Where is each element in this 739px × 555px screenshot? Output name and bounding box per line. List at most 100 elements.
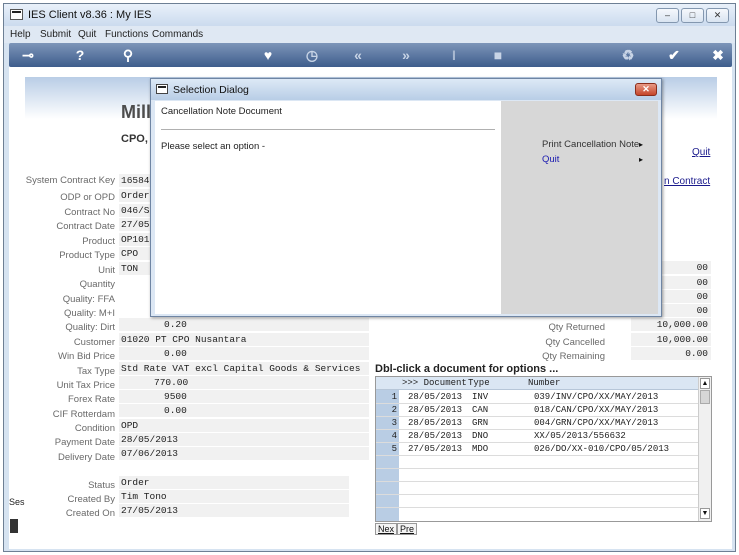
field-value[interactable]: Tim Tono (119, 490, 349, 503)
maximize-button[interactable]: □ (681, 8, 704, 23)
dialog-options-panel: Print Cancellation Note ▸ Quit ▸ (501, 101, 658, 314)
app-window: IES Client v8.36 : My IES – □ ✕ Help Sub… (3, 3, 736, 552)
recycle-icon[interactable]: ♻ (619, 46, 637, 64)
field-label: Unit (98, 265, 115, 276)
search-icon[interactable]: ⚲ (119, 46, 137, 64)
selection-dialog: Selection Dialog ✕ Cancellation Note Doc… (150, 78, 662, 317)
help-icon[interactable]: ? (71, 46, 89, 64)
row-date: 28/05/2013 (408, 418, 463, 428)
documents-grid[interactable]: >>> Document Type Number 1 28/05/2013 IN… (375, 376, 712, 522)
close-window-button[interactable]: ✕ (706, 8, 729, 23)
next-button[interactable]: Nex (375, 523, 398, 535)
dialog-message-panel: Cancellation Note Document Please select… (155, 101, 501, 314)
option-quit[interactable]: Quit (542, 154, 559, 165)
row-number-value: 018/CAN/CPO/XX/MAY/2013 (534, 405, 659, 415)
field-value[interactable]: OPD (119, 419, 369, 432)
field-label: Product Type (59, 250, 115, 261)
menu-help[interactable]: Help (10, 29, 31, 40)
field-label: Quality: Dirt (65, 322, 115, 333)
field-value[interactable]: 0.00 (119, 347, 369, 360)
field-value[interactable]: 01020 PT CPO Nusantara (119, 333, 369, 346)
table-row[interactable]: 1 28/05/2013 INV 039/INV/CPO/XX/MAY/2013 (376, 391, 698, 404)
field-label: Contract Date (56, 221, 115, 232)
heart-icon[interactable]: ♥ (259, 46, 277, 64)
text-cursor-icon[interactable]: I (445, 46, 463, 64)
option-label: Print Cancellation Note (542, 139, 640, 150)
dialog-close-button[interactable]: ✕ (635, 83, 657, 96)
chevron-right-icon: ▸ (639, 140, 644, 149)
table-row-empty (376, 469, 698, 482)
table-row-empty (376, 482, 698, 495)
previous-button[interactable]: Pre (397, 523, 418, 535)
title-bar: IES Client v8.36 : My IES – □ ✕ (4, 4, 735, 26)
field-value[interactable]: Order (119, 476, 349, 489)
dialog-icon (156, 84, 168, 94)
option-label: Quit (542, 154, 560, 165)
chevron-right-icon: ▸ (639, 155, 644, 164)
contract-link[interactable]: n Contract (664, 176, 710, 187)
row-number: 4 (391, 431, 397, 441)
column-header[interactable]: >>> Document (402, 378, 467, 388)
field-value[interactable]: 28/05/2013 (119, 433, 369, 446)
table-row[interactable]: 5 27/05/2013 MDO 026/DO/XX-010/CPO/05/20… (376, 443, 698, 456)
dialog-prompt: Please select an option - (161, 141, 266, 152)
menu-commands[interactable]: Commands (152, 29, 203, 40)
field-value[interactable]: 0.20 (119, 318, 369, 331)
column-header[interactable]: Number (528, 378, 560, 388)
menu-quit[interactable]: Quit (78, 29, 96, 40)
minimize-button[interactable]: – (656, 8, 679, 23)
field-label: System Contract Key (25, 175, 115, 186)
dialog-title: Selection Dialog (173, 84, 249, 96)
row-date: 28/05/2013 (408, 392, 463, 402)
forward-icon[interactable]: » (397, 46, 415, 64)
column-header[interactable]: Type (468, 378, 490, 388)
side-icon (10, 519, 18, 533)
grid-header: >>> Document Type Number (376, 377, 698, 390)
stop-icon[interactable]: ■ (489, 46, 507, 64)
field-value[interactable]: 07/06/2013 (119, 447, 369, 460)
table-row[interactable]: 4 28/05/2013 DNO XX/05/2013/556632 (376, 430, 698, 443)
row-date: 28/05/2013 (408, 405, 463, 415)
field-label: Quality: M+I (64, 308, 115, 319)
scroll-thumb[interactable] (700, 390, 710, 404)
row-type: MDO (472, 444, 489, 454)
table-row[interactable]: 3 28/05/2013 GRN 004/GRN/CPO/XX/MAY/2013 (376, 417, 698, 430)
side-fragment: Ses (9, 497, 25, 507)
field-value[interactable]: 770.00 (119, 376, 369, 389)
vertical-scrollbar[interactable]: ▲ ▼ (698, 377, 711, 521)
app-icon (10, 9, 23, 20)
row-number-value: 039/INV/CPO/XX/MAY/2013 (534, 392, 659, 402)
option-print-cancellation-note[interactable]: Print Cancellation Note (542, 139, 639, 150)
row-number: 1 (391, 392, 397, 402)
field-label: Customer (73, 337, 115, 348)
menu-functions[interactable]: Functions (105, 29, 148, 40)
key-icon[interactable]: ⊸ (17, 46, 39, 64)
field-label: Unit Tax Price (56, 380, 115, 391)
scroll-up-icon[interactable]: ▲ (700, 378, 710, 389)
documents-title: Dbl-click a document for options ... (375, 363, 559, 375)
scroll-down-icon[interactable]: ▼ (700, 508, 710, 519)
qty-remaining-value: 0.00 (631, 347, 711, 360)
quit-link[interactable]: Quit (692, 147, 710, 158)
row-number-value: 026/DO/XX-010/CPO/05/2013 (534, 444, 670, 454)
row-date: 28/05/2013 (408, 431, 463, 441)
table-row[interactable]: 2 28/05/2013 CAN 018/CAN/CPO/XX/MAY/2013 (376, 404, 698, 417)
field-label: Condition (74, 423, 115, 434)
row-type: CAN (472, 405, 489, 415)
menu-submit[interactable]: Submit (40, 29, 71, 40)
close-icon[interactable]: ✖ (709, 46, 727, 64)
back-icon[interactable]: « (349, 46, 367, 64)
company-name: Mill (121, 102, 151, 122)
clock-icon[interactable]: ◷ (303, 46, 321, 64)
field-label: CIF Rotterdam (52, 409, 115, 420)
field-label: Quantity (79, 279, 115, 290)
field-value[interactable]: 0.00 (119, 404, 369, 417)
row-number-value: XX/05/2013/556632 (534, 431, 626, 441)
check-icon[interactable]: ✔ (665, 46, 683, 64)
field-value[interactable]: 9500 (119, 390, 369, 403)
field-value[interactable]: Std Rate VAT excl Capital Goods & Servic… (119, 362, 369, 375)
row-type: INV (472, 392, 489, 402)
field-value[interactable]: 27/05/2013 (119, 504, 349, 517)
qty-cancelled-label: Qty Cancelled (545, 337, 605, 348)
dialog-heading: Cancellation Note Document (161, 106, 282, 117)
